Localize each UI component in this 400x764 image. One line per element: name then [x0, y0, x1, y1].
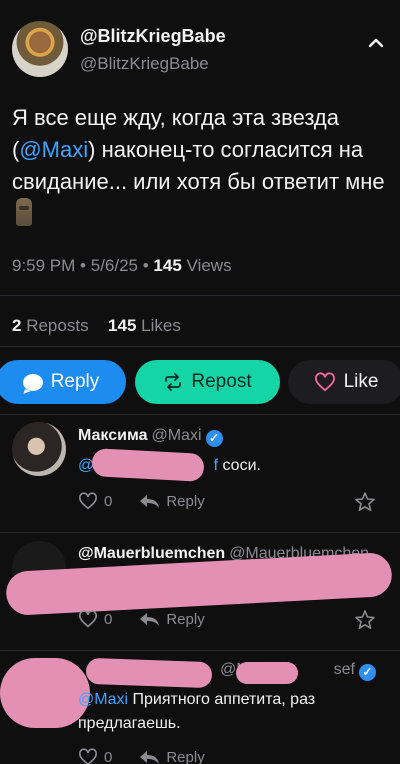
comment: @Mauerbluemchen @Mauerbluemchen 0 Reply: [0, 532, 400, 650]
comment-like-button[interactable]: 0: [78, 492, 112, 510]
repost-button-label: Repost: [191, 371, 252, 392]
comment-actions: 0 Reply: [78, 610, 205, 628]
commenter-display-name: Максима: [78, 427, 148, 444]
reply-button-label: Reply: [50, 371, 100, 392]
like-button[interactable]: Like: [288, 360, 400, 404]
comment: Максима@Maxi✓ @Mf соси. 0 Reply: [0, 414, 400, 532]
post-meta: 9:59 PM • 5/6/25 • 145 Views: [12, 256, 232, 276]
author-avatar[interactable]: [12, 21, 68, 77]
share-icon[interactable]: [354, 491, 376, 513]
moai-emoji-icon: [16, 198, 32, 226]
comment: @M sef ✓ @Maxi Приятного аппетита, раз пре…: [0, 650, 400, 764]
comment-reply-label: Reply: [166, 748, 205, 764]
comment-reply-button[interactable]: Reply: [138, 748, 205, 764]
verified-badge-icon: ✓: [358, 664, 376, 681]
share-icon[interactable]: [354, 609, 376, 631]
commenter-avatar[interactable]: [12, 422, 66, 476]
redaction-mark: [236, 662, 298, 684]
redaction-mark: [91, 448, 205, 482]
comment-mention-suffix: f: [213, 457, 219, 474]
author-name[interactable]: @BlitzKriegBabe: [80, 26, 226, 47]
comment-actions: 0 Reply: [78, 492, 205, 510]
author-handle[interactable]: @BlitzKriegBabe: [80, 54, 209, 74]
comment-reply-label: Reply: [166, 610, 205, 628]
views-count: 145: [153, 256, 182, 275]
likes-label[interactable]: Likes: [141, 316, 181, 335]
repost-icon: [165, 373, 182, 391]
post-time: 9:59 PM: [12, 256, 76, 275]
comment-like-count: 0: [104, 492, 113, 510]
comment-reply-button[interactable]: Reply: [138, 492, 205, 510]
comment-body: соси.: [222, 457, 261, 474]
heart-outline-icon: [79, 748, 97, 764]
divider: [0, 295, 400, 296]
commenter-handle: @Maxi: [151, 427, 202, 444]
verified-badge-icon: ✓: [205, 430, 223, 447]
comment-actions: 0 Reply: [78, 748, 205, 764]
like-button-label: Like: [343, 371, 379, 392]
meta-separator: •: [142, 256, 149, 275]
comment-reply-label: Reply: [166, 492, 205, 510]
heart-outline-icon: [79, 610, 97, 628]
heart-outline-icon: [79, 492, 97, 510]
chevron-up-icon[interactable]: [360, 30, 392, 62]
comment-like-count: 0: [104, 610, 113, 628]
comment-mention[interactable]: @Maxi: [78, 691, 128, 708]
reposts-label[interactable]: Reposts: [26, 316, 88, 335]
commenter-display-name: @Mauerbluemchen: [78, 545, 226, 562]
commenter-handle-end: sef: [333, 661, 355, 678]
reply-arrow-icon: [140, 751, 160, 764]
post-stats: 2 Reposts 145 Likes: [12, 316, 181, 336]
meta-separator: •: [80, 256, 86, 275]
reposts-count[interactable]: 2: [12, 316, 21, 335]
comment-text: @Maxi Приятного аппетита, раз предлагаеш…: [78, 688, 378, 736]
speech-bubble-icon: [22, 373, 43, 391]
comment-like-button[interactable]: 0: [78, 610, 112, 628]
post-text: Я все еще жду, когда эта звезда (@Maxi) …: [12, 102, 392, 231]
redaction-mark: [85, 657, 213, 689]
comment-like-count: 0: [104, 748, 113, 764]
repost-button[interactable]: Repost: [135, 360, 280, 404]
reply-button[interactable]: Reply: [0, 360, 126, 404]
post-date: 5/6/25: [90, 256, 138, 275]
reply-arrow-icon: [140, 613, 160, 626]
comment-like-button[interactable]: 0: [78, 748, 112, 764]
comment-reply-button[interactable]: Reply: [138, 610, 205, 628]
redaction-mark: [0, 658, 90, 728]
likes-count[interactable]: 145: [108, 316, 136, 335]
reply-arrow-icon: [140, 495, 160, 508]
post-mention[interactable]: @Maxi: [19, 137, 88, 162]
divider: [0, 346, 400, 347]
commenter-name[interactable]: Максима @Maxi ✓: [78, 427, 223, 447]
heart-icon: [314, 372, 335, 392]
views-label: Views: [186, 256, 232, 275]
